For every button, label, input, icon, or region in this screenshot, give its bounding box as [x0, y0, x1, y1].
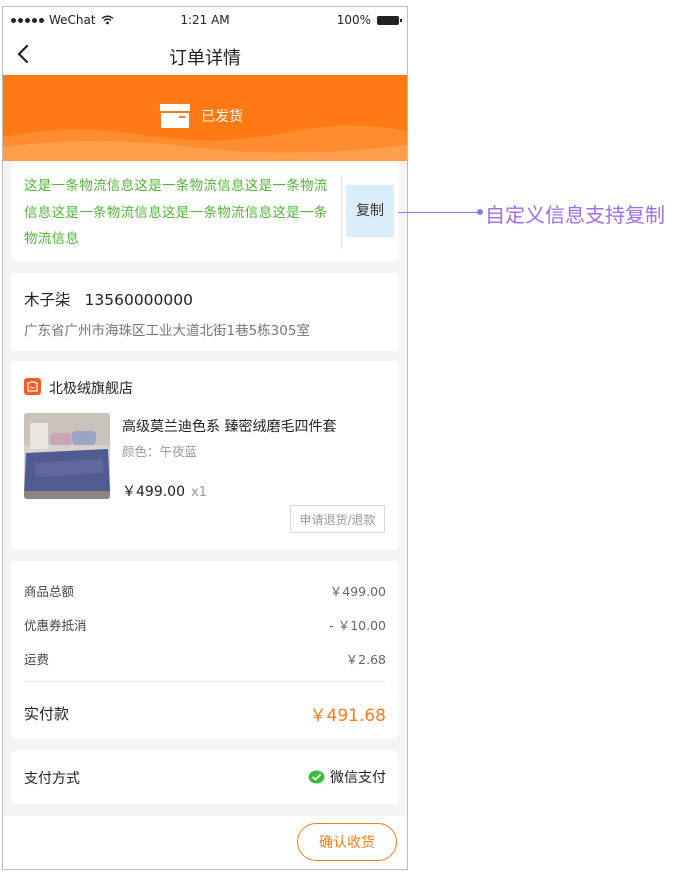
shop-name[interactable]: 北极绒旗舰店: [49, 378, 133, 398]
summary-row-goods-total: 商品总额 ￥499.00: [24, 581, 386, 600]
copy-button[interactable]: 复制: [346, 185, 394, 237]
summary-row-coupon: 优惠券抵消 - ￥10.00: [24, 615, 386, 634]
summary-value: - ￥10.00: [329, 618, 386, 633]
battery-label: 100%: [336, 13, 371, 27]
delivery-box-icon: [160, 104, 190, 128]
goods-card: 北极绒旗舰店 高级莫兰迪色系 臻密绒磨毛四件套 颜色：午夜蓝 ￥499.00 x1…: [11, 361, 399, 550]
logistics-card: 这是一条物流信息这是一条物流信息这是一条物流信息这是一条物流信息这是一条物流信息…: [11, 161, 399, 261]
annotation-text: 自定义信息支持复制: [485, 203, 665, 227]
shipping-status-text: 已发货: [201, 109, 243, 125]
bottom-action-bar: 确认收货: [3, 816, 407, 869]
summary-divider: [24, 681, 386, 682]
recipient-address: 广东省广州市海珠区工业大道北街1巷5栋305室: [24, 323, 310, 339]
price-summary-card: 商品总额 ￥499.00 优惠券抵消 - ￥10.00 运费 ￥2.68 实付款…: [11, 561, 399, 739]
total-label: 实付款: [24, 705, 70, 723]
page-title: 订单详情: [169, 48, 241, 69]
total-paid-row: 实付款 ￥491.68: [24, 703, 386, 726]
product-spec: 颜色：午夜蓝: [122, 444, 198, 459]
logistics-info-text: 这是一条物流信息这是一条物流信息这是一条物流信息这是一条物流信息这是一条物流信息…: [24, 178, 328, 247]
annotation-line: [398, 212, 480, 213]
status-bar: WeChat 1:21 AM 100%: [3, 7, 407, 33]
payment-label: 支付方式: [24, 771, 80, 787]
address-card: 木子柒 13560000000 广东省广州市海珠区工业大道北街1巷5栋305室: [11, 273, 399, 351]
total-value: ￥491.68: [309, 706, 386, 726]
product-name[interactable]: 高级莫兰迪色系 臻密绒磨毛四件套: [122, 416, 336, 436]
product-quantity: x1: [191, 485, 207, 500]
product-price: ￥499.00: [122, 484, 185, 500]
refund-button[interactable]: 申请退货/退款: [290, 505, 385, 533]
confirm-receipt-button[interactable]: 确认收货: [297, 823, 397, 861]
annotation-dot: [477, 209, 483, 215]
summary-row-shipping: 运费 ￥2.68: [24, 649, 386, 668]
shop-icon: [24, 378, 41, 395]
phone-screen: WeChat 1:21 AM 100% 订单详情 已发货 这是一条物流信息这是一…: [2, 6, 408, 870]
recipient-phone: 13560000000: [84, 291, 193, 309]
summary-value: ￥499.00: [329, 584, 386, 599]
shipping-status-banner: 已发货: [3, 75, 407, 161]
summary-label: 运费: [24, 652, 50, 667]
payment-method: 微信支付: [330, 770, 386, 786]
summary-value: ￥2.68: [345, 652, 386, 667]
battery-icon: [377, 15, 402, 25]
recipient-name: 木子柒: [24, 291, 71, 309]
wechat-pay-icon: [308, 770, 325, 783]
nav-bar: 订单详情: [3, 33, 407, 75]
summary-label: 优惠券抵消: [24, 618, 87, 633]
summary-label: 商品总额: [24, 584, 75, 599]
product-image[interactable]: [24, 413, 110, 499]
logistics-divider: [341, 175, 342, 249]
payment-card: 支付方式 微信支付: [11, 750, 399, 804]
